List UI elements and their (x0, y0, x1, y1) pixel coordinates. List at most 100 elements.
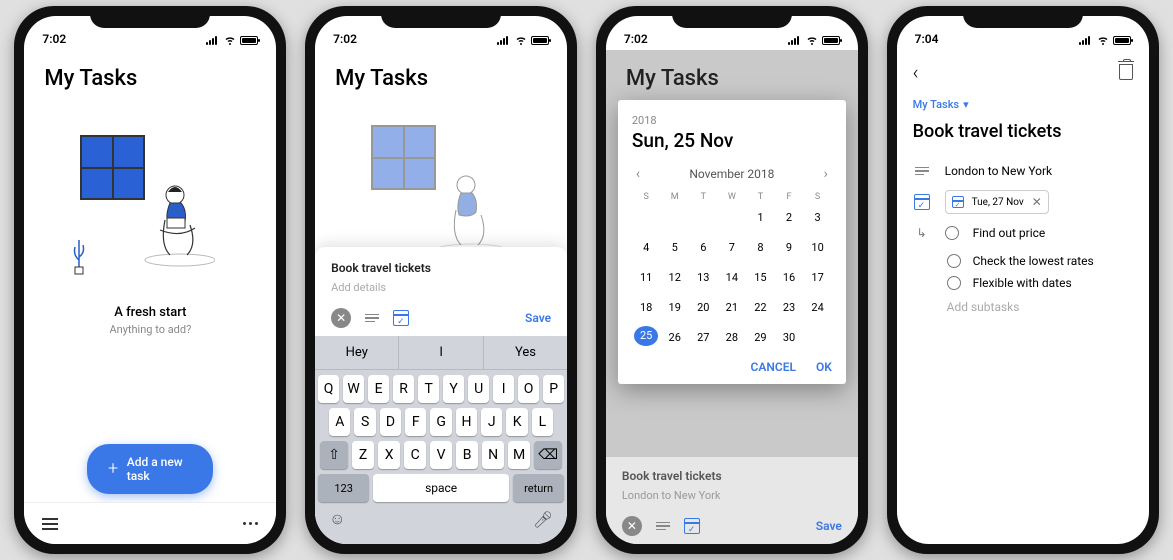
key-x[interactable]: X (378, 441, 400, 469)
key-space[interactable]: space (373, 474, 509, 502)
calendar-day[interactable]: 30 (775, 328, 804, 348)
next-month-icon[interactable]: › (820, 166, 832, 182)
trash-icon[interactable] (1119, 64, 1133, 80)
task-title[interactable]: Book travel tickets (897, 115, 1149, 158)
key-l[interactable]: L (532, 408, 553, 436)
key-f[interactable]: F (405, 408, 426, 436)
add-task-button[interactable]: + Add a new task (87, 444, 213, 494)
add-subtask-button[interactable]: Add subtasks (897, 300, 1149, 314)
key-w[interactable]: W (343, 375, 364, 403)
key-h[interactable]: H (456, 408, 477, 436)
calendar-day[interactable]: 8 (746, 238, 775, 258)
calendar-day[interactable]: 4 (632, 238, 661, 258)
key-j[interactable]: J (481, 408, 502, 436)
task-title-input[interactable]: Book travel tickets (331, 261, 551, 275)
date-chip[interactable]: Tue, 27 Nov ✕ (945, 190, 1049, 214)
page-title: My Tasks (24, 50, 276, 95)
calendar-day[interactable]: 15 (746, 268, 775, 288)
calendar-day[interactable]: 9 (775, 238, 804, 258)
chevron-down-icon: ▾ (963, 98, 969, 111)
key-a[interactable]: A (329, 408, 350, 436)
calendar-day[interactable]: 1 (746, 208, 775, 228)
key-u[interactable]: U (468, 375, 489, 403)
calendar-day[interactable]: 7 (718, 238, 747, 258)
calendar-day[interactable]: 29 (746, 328, 775, 348)
key-d[interactable]: D (380, 408, 401, 436)
prev-month-icon[interactable]: ‹ (632, 166, 644, 182)
key-q[interactable]: Q (318, 375, 339, 403)
calendar-day[interactable]: 27 (689, 328, 718, 348)
calendar-day[interactable]: 24 (803, 298, 832, 318)
calendar-day[interactable]: 2 (775, 208, 804, 228)
date-row[interactable]: Tue, 27 Nov ✕ (897, 184, 1149, 220)
screen-3: 7:02 My Tasks 2018 Sun, 25 Nov ‹ Novembe… (606, 16, 858, 544)
save-button[interactable]: Save (525, 311, 551, 325)
calendar-day[interactable]: 12 (660, 268, 689, 288)
key-m[interactable]: M (508, 441, 530, 469)
key-y[interactable]: Y (443, 375, 464, 403)
key-return[interactable]: return (513, 474, 564, 502)
calendar-day[interactable]: 11 (632, 268, 661, 288)
picker-year[interactable]: 2018 (632, 114, 832, 127)
key-n[interactable]: N (482, 441, 504, 469)
details-icon[interactable] (365, 314, 379, 323)
key-t[interactable]: T (418, 375, 439, 403)
calendar-day[interactable]: 13 (689, 268, 718, 288)
description-row[interactable]: London to New York (897, 158, 1149, 184)
key-o[interactable]: O (518, 375, 539, 403)
calendar-day[interactable]: 19 (660, 298, 689, 318)
calendar-day[interactable]: 28 (718, 328, 747, 348)
calendar-day[interactable]: 6 (689, 238, 718, 258)
key-p[interactable]: P (543, 375, 564, 403)
ok-button[interactable]: OK (816, 360, 832, 374)
subtask-radio[interactable] (947, 254, 961, 268)
clear-date-icon[interactable]: ✕ (1032, 195, 1042, 209)
calendar-day[interactable]: 5 (660, 238, 689, 258)
key-s[interactable]: S (354, 408, 375, 436)
calendar-day[interactable]: 26 (660, 328, 689, 348)
emoji-icon[interactable]: ☺ (329, 509, 345, 529)
key-k[interactable]: K (506, 408, 527, 436)
calendar-day[interactable]: 20 (689, 298, 718, 318)
suggestion[interactable]: Yes (484, 336, 567, 369)
task-details-input[interactable]: Add details (331, 281, 551, 294)
key-shift[interactable]: ⇧ (320, 441, 348, 469)
key-delete[interactable]: ⌫ (534, 441, 562, 469)
close-icon[interactable]: ✕ (331, 308, 351, 328)
subtask-radio[interactable] (945, 226, 959, 240)
back-icon[interactable]: ‹ (913, 60, 919, 84)
key-r[interactable]: R (393, 375, 414, 403)
subtask-row[interactable]: Flexible with dates (897, 276, 1149, 290)
calendar-day[interactable]: 22 (746, 298, 775, 318)
suggestion[interactable]: I (399, 336, 483, 369)
key-v[interactable]: V (430, 441, 452, 469)
breadcrumb[interactable]: My Tasks▾ (897, 94, 1149, 115)
calendar-day[interactable]: 18 (632, 298, 661, 318)
key-e[interactable]: E (368, 375, 389, 403)
key-c[interactable]: C (404, 441, 426, 469)
mic-icon[interactable]: 🎤︎ (533, 510, 553, 529)
cancel-button[interactable]: CANCEL (751, 360, 796, 374)
subtask-radio[interactable] (947, 276, 961, 290)
calendar-day[interactable]: 21 (718, 298, 747, 318)
calendar-day[interactable]: 16 (775, 268, 804, 288)
calendar-day[interactable]: 10 (803, 238, 832, 258)
suggestion[interactable]: Hey (315, 336, 399, 369)
key-i[interactable]: I (493, 375, 514, 403)
key-g[interactable]: G (430, 408, 451, 436)
more-icon[interactable] (243, 522, 258, 525)
subtask-row[interactable]: Check the lowest rates (897, 254, 1149, 268)
key-b[interactable]: B (456, 441, 478, 469)
calendar-icon[interactable] (393, 310, 409, 326)
calendar-day[interactable]: 3 (803, 208, 832, 228)
calendar-day[interactable]: 25 (634, 326, 658, 346)
key-123[interactable]: 123 (318, 474, 369, 502)
calendar-day[interactable]: 17 (803, 268, 832, 288)
calendar-day[interactable]: 14 (718, 268, 747, 288)
calendar-day[interactable]: 23 (775, 298, 804, 318)
subtasks-header: ↳ Find out price (897, 220, 1149, 246)
key-z[interactable]: Z (352, 441, 374, 469)
bottom-bar (24, 502, 276, 544)
save-button: Save (816, 519, 842, 533)
menu-icon[interactable] (42, 518, 58, 530)
